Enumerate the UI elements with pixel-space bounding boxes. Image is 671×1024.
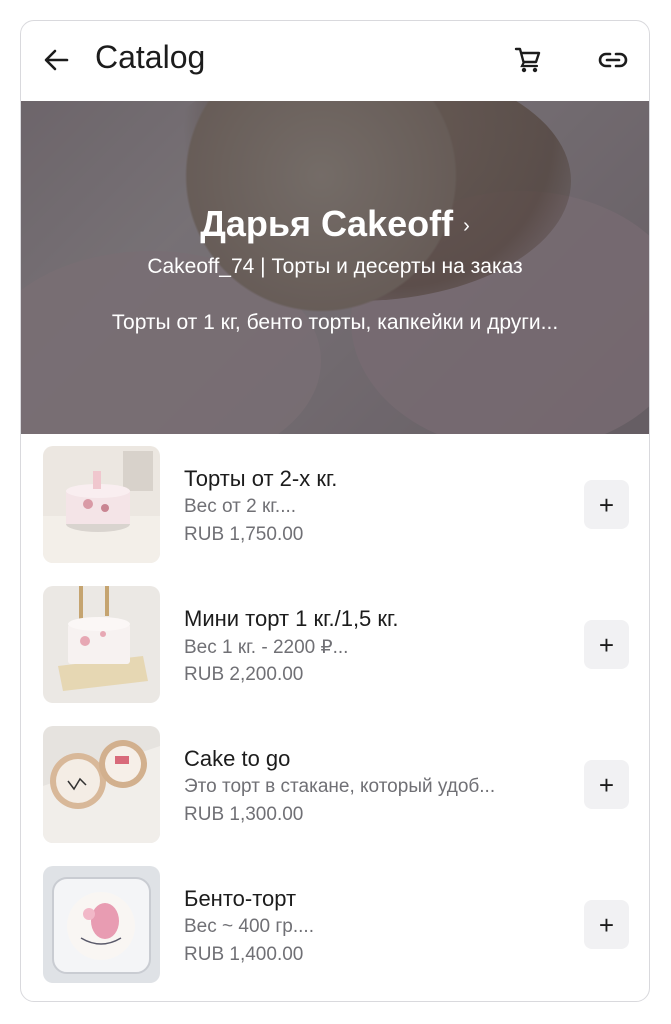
product-name: Торты от 2-х кг. [184,466,338,491]
shopping-cart-icon[interactable] [513,45,543,75]
product-description: Вес от 2 кг.... [184,496,297,517]
add-to-cart-button[interactable]: + [584,620,629,669]
catalog-card: Catalog Дарья Cakeoff › Cakeoff_74 | Торт… [20,20,650,1002]
link-icon[interactable] [597,45,629,75]
add-to-cart-button[interactable]: + [584,760,629,809]
business-name-text: Дарья Cakeoff [200,203,454,244]
arrow-left-icon[interactable] [41,45,71,75]
product-description: Вес 1 кг. - 2200 ₽... [184,637,349,658]
product-image [43,726,160,843]
plus-icon: + [598,489,615,520]
business-subtitle: Cakeoff_74 | Торты и десерты на заказ [147,255,523,278]
product-price: RUB 1,300.00 [184,804,304,825]
page-title: Catalog [95,39,206,75]
add-to-cart-button[interactable]: + [584,480,629,529]
plus-icon: + [598,909,615,940]
product-item[interactable]: Бенто-торт Вес ~ 400 гр.... RUB 1,400.00… [21,854,649,994]
product-price: RUB 1,400.00 [184,944,304,965]
product-price: RUB 1,750.00 [184,524,304,545]
top-app-bar: Catalog [21,21,649,101]
profile-hero-banner[interactable]: Дарья Cakeoff › Cakeoff_74 | Торты и десе… [21,101,649,434]
plus-icon: + [598,629,615,660]
product-description: Это торт в стакане, который удоб... [184,776,496,797]
business-name[interactable]: Дарья Cakeoff › [21,203,649,245]
product-description: Вес ~ 400 гр.... [184,916,314,937]
product-image [43,586,160,703]
product-image [43,446,160,563]
business-description: Торты от 1 кг, бенто торты, капкейки и д… [111,311,559,334]
product-price: RUB 2,200.00 [184,664,304,685]
chevron-right-icon: › [463,214,470,237]
product-item[interactable]: Cake to go Это торт в стакане, который у… [21,714,649,854]
plus-icon: + [598,769,615,800]
product-name: Бенто-торт [184,886,297,911]
product-name: Cake to go [184,746,291,771]
product-name: Мини торт 1 кг./1,5 кг. [184,606,399,631]
product-image [43,866,160,983]
product-item[interactable]: Мини торт 1 кг./1,5 кг. Вес 1 кг. - 2200… [21,574,649,714]
product-item[interactable]: Торты от 2-х кг. Вес от 2 кг.... RUB 1,7… [21,434,649,574]
add-to-cart-button[interactable]: + [584,900,629,949]
